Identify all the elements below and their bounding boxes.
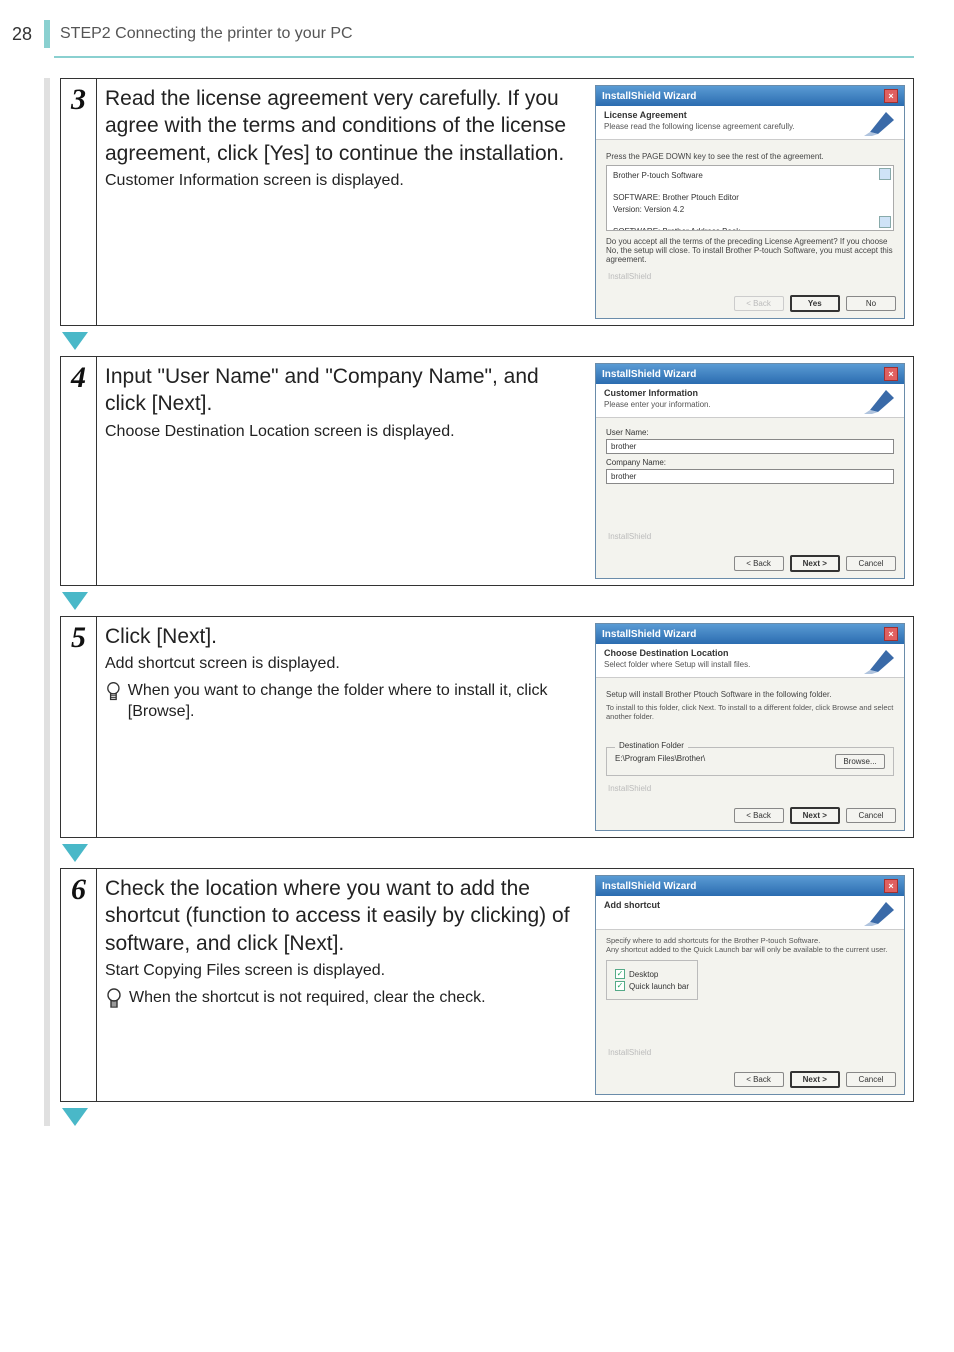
wizard-graphic-icon: [864, 648, 898, 674]
dialog-subheading: Please read the following license agreem…: [604, 122, 896, 131]
cancel-button[interactable]: Cancel: [846, 808, 896, 823]
step-4: 4 Input "User Name" and "Company Name", …: [60, 356, 914, 586]
no-button[interactable]: No: [846, 296, 896, 311]
dialog-destination: InstallShield Wizard × Choose Destinatio…: [595, 623, 905, 831]
cancel-button[interactable]: Cancel: [846, 1072, 896, 1087]
license-line: Version: Version 4.2: [613, 204, 873, 215]
step-result: Choose Destination Location screen is di…: [105, 422, 585, 443]
next-button[interactable]: Next >: [790, 807, 840, 824]
user-name-field[interactable]: brother: [606, 439, 894, 454]
page-title: STEP2 Connecting the printer to your PC: [60, 25, 353, 43]
wizard-graphic-icon: [864, 110, 898, 136]
next-button[interactable]: Next >: [790, 555, 840, 572]
dialog-customer-info: InstallShield Wizard × Customer Informat…: [595, 363, 905, 579]
step-number: 5: [71, 621, 86, 655]
hint-text: When you want to change the folder where…: [128, 681, 585, 723]
dialog-title: InstallShield Wizard: [602, 881, 696, 892]
lightbulb-icon: [105, 681, 122, 703]
scroll-down-icon[interactable]: [879, 216, 891, 228]
dialog-subheading: Please enter your information.: [604, 400, 896, 409]
brand-label: InstallShield: [608, 1048, 894, 1057]
left-margin-bar: [44, 78, 50, 1126]
dialog-hint: Press the PAGE DOWN key to see the rest …: [606, 152, 894, 161]
brand-label: InstallShield: [608, 272, 894, 281]
step-6: 6 Check the location where you want to a…: [60, 868, 914, 1102]
step-result: Add shortcut screen is displayed.: [105, 654, 585, 675]
checkbox-desktop[interactable]: ✓: [615, 969, 625, 979]
close-icon[interactable]: ×: [884, 879, 898, 893]
license-line: SOFTWARE: Brother Ptouch Editor: [613, 192, 873, 203]
step-number: 4: [71, 361, 86, 395]
step-result: Customer Information screen is displayed…: [105, 171, 585, 192]
license-textbox[interactable]: Brother P-touch Software SOFTWARE: Broth…: [606, 165, 894, 231]
lightbulb-icon: [105, 988, 123, 1010]
arrow-down-icon: [62, 844, 914, 862]
checkbox-desktop-label: Desktop: [629, 970, 658, 979]
group-title: Destination Folder: [615, 741, 688, 750]
close-icon[interactable]: ×: [884, 89, 898, 103]
arrow-down-icon: [62, 592, 914, 610]
arrow-down-icon: [62, 1108, 914, 1126]
next-button[interactable]: Next >: [790, 1071, 840, 1088]
wizard-graphic-icon: [864, 900, 898, 926]
back-button[interactable]: < Back: [734, 1072, 784, 1087]
dest-line2: To install to this folder, click Next. T…: [606, 703, 894, 721]
browse-button[interactable]: Browse...: [835, 754, 885, 769]
step-number: 3: [71, 83, 86, 117]
step-instruction: Read the license agreement very carefull…: [105, 85, 585, 167]
step-number: 6: [71, 873, 86, 907]
step-3: 3 Read the license agreement very carefu…: [60, 78, 914, 326]
header-rule: [54, 56, 914, 58]
wizard-graphic-icon: [864, 388, 898, 414]
step-instruction: Check the location where you want to add…: [105, 875, 585, 957]
step-result: Start Copying Files screen is displayed.: [105, 961, 585, 982]
dialog-title: InstallShield Wizard: [602, 369, 696, 380]
shortcut-line1: Specify where to add shortcuts for the B…: [606, 936, 894, 945]
close-icon[interactable]: ×: [884, 367, 898, 381]
license-line: SOFTWARE: Brother Address Book: [613, 226, 873, 231]
step-5: 5 Click [Next]. Add shortcut screen is d…: [60, 616, 914, 838]
dialog-title: InstallShield Wizard: [602, 91, 696, 102]
license-line: Brother P-touch Software: [613, 170, 873, 181]
dialog-heading: Customer Information: [604, 388, 896, 398]
dest-line1: Setup will install Brother Ptouch Softwa…: [606, 690, 894, 699]
step-instruction: Input "User Name" and "Company Name", an…: [105, 363, 585, 418]
step-instruction: Click [Next].: [105, 623, 585, 650]
scroll-up-icon[interactable]: [879, 168, 891, 180]
arrow-down-icon: [62, 332, 914, 350]
dialog-subheading: Select folder where Setup will install f…: [604, 660, 896, 669]
checkbox-quicklaunch[interactable]: ✓: [615, 981, 625, 991]
company-name-field[interactable]: brother: [606, 469, 894, 484]
company-name-label: Company Name:: [606, 458, 894, 467]
destination-path: E:\Program Files\Brother\: [615, 754, 705, 763]
yes-button[interactable]: Yes: [790, 295, 840, 312]
shortcut-line2: Any shortcut added to the Quick Launch b…: [606, 945, 894, 954]
brand-label: InstallShield: [608, 532, 894, 541]
back-button: < Back: [734, 296, 784, 311]
consent-text: Do you accept all the terms of the prece…: [606, 237, 894, 264]
dialog-title: InstallShield Wizard: [602, 629, 696, 640]
back-button[interactable]: < Back: [734, 808, 784, 823]
dialog-add-shortcut: InstallShield Wizard × Add shortcut Spec…: [595, 875, 905, 1095]
cancel-button[interactable]: Cancel: [846, 556, 896, 571]
page-number: 28: [0, 24, 40, 45]
dialog-heading: License Agreement: [604, 110, 896, 120]
brand-label: InstallShield: [608, 784, 894, 793]
header-accent: [44, 20, 50, 48]
hint-text: When the shortcut is not required, clear…: [129, 988, 486, 1009]
close-icon[interactable]: ×: [884, 627, 898, 641]
dialog-heading: Choose Destination Location: [604, 648, 896, 658]
dialog-license: InstallShield Wizard × License Agreement…: [595, 85, 905, 319]
user-name-label: User Name:: [606, 428, 894, 437]
dialog-heading: Add shortcut: [604, 900, 896, 910]
checkbox-quicklaunch-label: Quick launch bar: [629, 982, 689, 991]
back-button[interactable]: < Back: [734, 556, 784, 571]
